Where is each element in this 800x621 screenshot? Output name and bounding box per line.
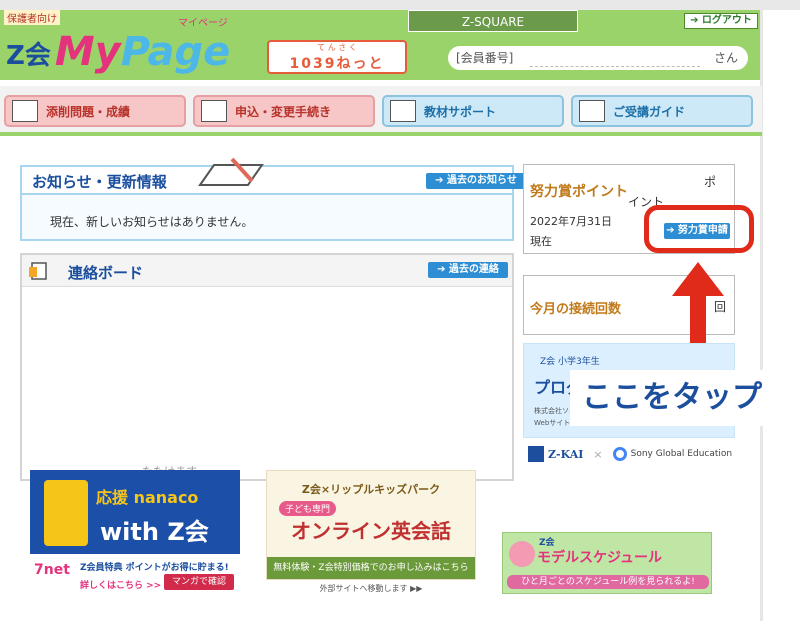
effort-date: 2022年7月31日 (530, 215, 612, 228)
logout-button[interactable]: ➔ ログアウト (684, 13, 758, 29)
partner-logos: Z-KAI × Sony Global Education (528, 442, 738, 466)
nav-label: 申込・変更手続き (235, 104, 332, 119)
online-english-banner[interactable]: Z会×リップルキッズパーク 子ども専門 オンライン英会話 無料体験・Z会特別価格… (266, 470, 476, 580)
nanaco-info-strip: 7net Z会員特典 ポイントがお得に貯まる! 詳しくはこちら >> マンガで確… (30, 556, 240, 596)
exam-sheet-icon (12, 100, 38, 122)
pen-notebook-icon (198, 157, 264, 186)
board-title: 連絡ボード (68, 264, 144, 282)
member-number-bar: [会員番号] さん (448, 46, 748, 70)
times-sign: × (593, 447, 603, 461)
net-badge-big: 1039ねっと (289, 55, 385, 72)
monthly-title: 今月の接続回数 (530, 302, 622, 317)
member-number-label: [会員番号] (456, 51, 514, 65)
effort-now: 現在 (530, 235, 552, 248)
effort-trunc-text-2: ポ (704, 175, 717, 189)
nav-label: 教材サポート (424, 104, 497, 119)
model-schedule-banner[interactable]: Z会 モデルスケジュール ひと月ごとのスケジュール例を見られるよ! (502, 532, 712, 594)
member-number-value (530, 49, 700, 67)
effort-title: 努力賞ポイント (530, 184, 628, 200)
past-contacts-button[interactable]: ➔ 過去の連絡 (428, 262, 508, 278)
net-badge-small: て ん さ く (317, 42, 357, 52)
logo-page: Page (120, 29, 231, 75)
highlight-circle (644, 205, 754, 253)
notice-header: お知らせ・更新情報 ➔ 過去のお知らせ (22, 157, 526, 195)
nav-exam-results[interactable]: 添削問題・成績 (4, 95, 186, 127)
nanaco-banner[interactable]: 応援 nanaco with Z会 (30, 470, 240, 554)
book-icon (390, 100, 416, 122)
nav-course-guide[interactable]: ご受講ガイド (571, 95, 753, 127)
tap-here-annotation: ここをタップ (570, 370, 796, 426)
sony-global-education-text: Sony Global Education (630, 449, 733, 459)
nav-label: ご受講ガイド (613, 104, 686, 119)
zkai-logo-text: Z-KAI (548, 447, 584, 461)
notice-panel: お知らせ・更新情報 ➔ 過去のお知らせ 現在、新しいお知らせはありません。 (20, 157, 526, 241)
logo-my: My (54, 29, 121, 75)
board-header: 連絡ボード ➔ 過去の連絡 (22, 255, 512, 287)
sony-global-education-icon (612, 447, 627, 461)
nanaco-manga-button[interactable]: マンガで確認 (164, 574, 234, 590)
schedule-title: モデルスケジュール (537, 550, 663, 566)
nanaco-details-link[interactable]: 詳しくはこちら >> (80, 578, 161, 591)
member-suffix: さん (713, 51, 738, 65)
logo-kana: マイページ (178, 18, 228, 29)
nanaco-title: 応援 nanaco (96, 488, 199, 507)
nav-material-support[interactable]: 教材サポート (382, 95, 564, 127)
notice-message: 現在、新しいお知らせはありません。 (50, 215, 254, 229)
external-site-note: 外部サイトへ移動します ▶▶ (319, 584, 423, 593)
giraffe-icon (44, 480, 88, 546)
tensaku-net-badge[interactable]: て ん さ く 1039ねっと (267, 40, 407, 74)
top-bar (0, 0, 800, 10)
contact-board-panel: 連絡ボード ➔ 過去の連絡 たたけます (20, 253, 514, 481)
nav-label: 添削問題・成績 (46, 104, 131, 119)
ad-label: Z会 小学3年生 (540, 357, 600, 367)
mypage-logo[interactable]: Z会 My Page (6, 22, 230, 72)
pig-mascot-icon (509, 541, 535, 567)
english-kids-badge: 子ども専門 (279, 501, 337, 516)
7net-logo: 7net (34, 562, 70, 578)
form-icon (201, 100, 227, 122)
site-header: 保護者向け Z会 My Page マイページ て ん さ く 1039ねっと Z… (0, 0, 800, 80)
nanaco-subtitle: with Z会 (100, 518, 209, 546)
board-icon (29, 262, 47, 280)
zkai-logo-icon (528, 446, 544, 462)
z-square-link[interactable]: Z-SQUARE (408, 10, 578, 32)
nanaco-benefit-text: Z会員特典 ポイントがお得に貯まる! (80, 563, 229, 573)
past-notices-button[interactable]: ➔ 過去のお知らせ (426, 173, 526, 189)
logo-z: Z会 (6, 41, 51, 71)
english-title: Z会×リップルキッズパーク (301, 483, 441, 496)
beginner-mark-icon (579, 100, 605, 122)
english-footer: 無料体験・Z会特別価格でのお申し込みはこちら (267, 557, 475, 579)
notice-title: お知らせ・更新情報 (32, 173, 167, 191)
nav-application[interactable]: 申込・変更手続き (193, 95, 375, 127)
schedule-subtitle: ひと月ごとのスケジュール例を見られるよ! (507, 575, 709, 589)
english-headline: オンライン英会話 (291, 519, 451, 543)
main-nav: 添削問題・成績 申込・変更手続き 教材サポート ご受講ガイド (0, 86, 762, 136)
